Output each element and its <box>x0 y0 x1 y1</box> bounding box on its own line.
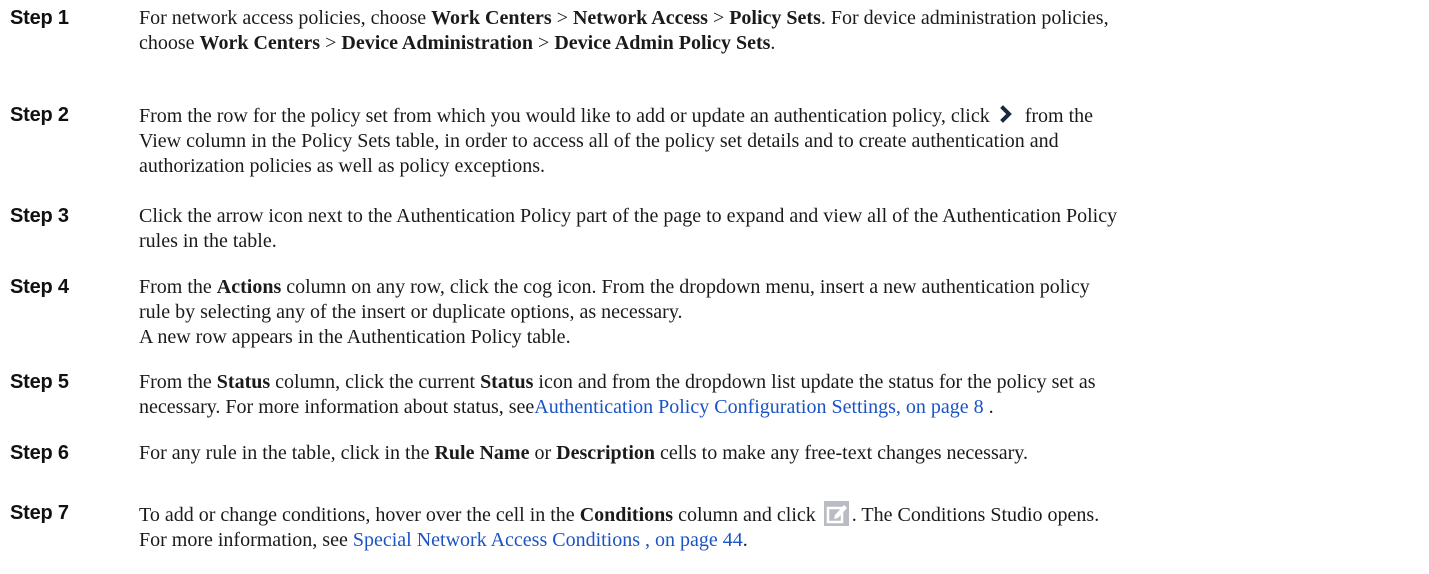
step-text: For any rule in the table, click in the … <box>139 442 1028 464</box>
ui-path-item: Device Admin Policy Sets <box>554 32 771 54</box>
ui-path-item: Policy Sets <box>729 7 821 29</box>
step-text: From the Actions column on any row, clic… <box>139 276 1090 348</box>
step-text: To add or change conditions, hover over … <box>139 501 1414 553</box>
icon-name: Status <box>480 371 534 393</box>
cell-name: Description <box>556 442 656 464</box>
step-text: Click the arrow icon next to the Authent… <box>139 205 1118 252</box>
edit-icon <box>823 501 849 526</box>
step-label: Step 3 <box>10 205 69 227</box>
step-label: Step 7 <box>10 502 69 524</box>
ui-path-item: Device Administration <box>341 32 534 54</box>
step-text: From the Status column, click the curren… <box>139 371 1096 418</box>
chevron-right-icon <box>997 103 1015 125</box>
step-label: Step 2 <box>10 104 69 126</box>
step-text: From the row for the policy set from whi… <box>139 103 1094 177</box>
step-text: For network access policies, choose Work… <box>139 7 1109 54</box>
step-label: Step 4 <box>10 276 69 298</box>
ui-path-item: Work Centers <box>431 7 552 29</box>
ui-path-item: Network Access <box>572 7 708 29</box>
document-page: Step 1 For network access policies, choo… <box>0 0 1429 574</box>
special-conditions-link[interactable]: Special Network Access Conditions , on p… <box>353 529 743 551</box>
step-label: Step 5 <box>10 371 69 393</box>
column-name: Actions <box>216 276 282 298</box>
column-name: Conditions <box>579 504 674 526</box>
column-name: Status <box>216 371 271 393</box>
cell-name: Rule Name <box>434 442 530 464</box>
ui-path-item: Work Centers <box>199 32 321 54</box>
step-label: Step 6 <box>10 442 69 464</box>
config-settings-link[interactable]: Authentication Policy Configuration Sett… <box>534 396 983 418</box>
step-label: Step 1 <box>10 7 69 29</box>
